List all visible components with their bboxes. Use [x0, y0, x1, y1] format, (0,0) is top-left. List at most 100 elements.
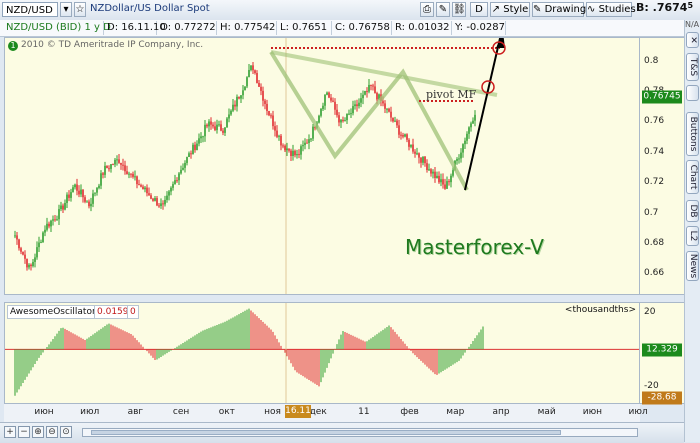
tab-buttons[interactable]: Buttons	[686, 112, 699, 156]
candle-body	[442, 179, 444, 185]
candle-body	[388, 108, 390, 112]
reset-zoom-icon[interactable]: ⊙	[60, 426, 72, 438]
candle-body	[268, 111, 270, 116]
candle-body	[144, 187, 146, 190]
candle-body	[220, 124, 222, 131]
tab-chart-label: Chart	[687, 164, 698, 190]
tab-blank[interactable]	[686, 85, 699, 101]
candle-body	[416, 153, 418, 155]
d-button[interactable]: D	[470, 2, 488, 17]
time-tick-label: дек	[309, 407, 327, 417]
drawings-button[interactable]: ✎ Drawings	[532, 2, 591, 17]
candle-body	[86, 201, 88, 203]
bar-low: L: 0.7651	[277, 21, 332, 35]
candle-body	[154, 198, 156, 201]
edit-icon[interactable]: ✎	[436, 2, 450, 17]
scrollbar-thumb[interactable]	[91, 430, 561, 435]
ohlc-info-bar: NZD/USD (BID) 1 y D D: 16.11.10 O: 0.772…	[0, 20, 700, 37]
tab-news[interactable]: News	[686, 251, 699, 281]
candle-body	[176, 180, 178, 182]
candle-body	[212, 124, 214, 127]
candle-body	[126, 171, 128, 175]
candle-body	[306, 142, 308, 144]
candle-body	[70, 192, 72, 198]
candle-body	[134, 176, 136, 178]
candle-body	[76, 184, 78, 191]
candle-body	[342, 119, 344, 122]
studies-button[interactable]: ∿ Studies	[586, 2, 636, 17]
candle-body	[84, 197, 86, 202]
style-button[interactable]: ↗ Style	[490, 2, 530, 17]
candle-body	[200, 136, 202, 139]
candle-body	[376, 93, 378, 100]
candle-body	[410, 144, 412, 147]
candle-body	[472, 120, 474, 124]
symbol-dropdown-button[interactable]: ▾	[60, 2, 72, 17]
time-tick-label: авг	[127, 407, 144, 417]
candle-body	[370, 84, 372, 86]
zoom-in-icon[interactable]: +	[4, 426, 16, 438]
candle-body	[78, 190, 80, 195]
tab-l2[interactable]: L2	[686, 226, 699, 246]
candle-body	[28, 264, 30, 268]
candle-body	[226, 118, 228, 128]
oscillator-panel[interactable]: AwesomeOscillator 0.0159 0 <thousandths>	[4, 302, 640, 404]
candle-body	[198, 138, 200, 144]
candle-body	[58, 209, 60, 220]
time-tick-label: сен	[172, 407, 190, 417]
link-icon[interactable]: ⛓	[452, 2, 466, 17]
zoom-out-icon[interactable]: −	[18, 426, 30, 438]
candle-body	[104, 165, 106, 175]
candle-body	[178, 173, 180, 181]
candle-body	[18, 239, 20, 249]
oscillator-name[interactable]: AwesomeOscillator	[7, 305, 99, 319]
candle-body	[396, 120, 398, 126]
right-side-panel: N/A ✕ T&S Buttons Chart DB L2 News	[684, 20, 700, 442]
candle-body	[156, 198, 158, 206]
candle-body	[266, 103, 268, 112]
candle-body	[128, 173, 130, 175]
favorites-icon[interactable]: ☆	[74, 2, 86, 17]
candle-body	[192, 144, 194, 155]
candle-body	[280, 135, 282, 146]
style-label: Style	[503, 4, 529, 15]
candle-body	[374, 86, 376, 94]
candle-body	[254, 70, 256, 74]
candle-body	[430, 169, 432, 174]
candle-body	[32, 261, 34, 267]
candle-body	[318, 115, 320, 123]
symbol-input[interactable]: NZD/USD	[2, 2, 58, 17]
candle-body	[332, 100, 334, 102]
zoom-minus-icon[interactable]: ⊖	[46, 426, 58, 438]
print-icon[interactable]: ⎙	[420, 2, 434, 17]
tab-ts[interactable]: T&S	[686, 53, 699, 81]
time-tick-label: мар	[446, 407, 465, 417]
candle-body	[136, 176, 138, 185]
candle-body	[16, 235, 18, 240]
bid-value: .7674	[652, 1, 688, 14]
horizontal-scrollbar[interactable]	[82, 428, 638, 437]
tab-ts-label: T&S	[687, 57, 698, 77]
zoom-plus-icon[interactable]: ⊕	[32, 426, 44, 438]
current-price-flag: 0.76745	[642, 90, 682, 104]
info-icon[interactable]: 1	[8, 41, 18, 51]
oscillator-axis: 200-20 12.329 -28.68	[640, 302, 684, 405]
panel-toggle-icon[interactable]: ✕	[686, 32, 699, 48]
bid-readout: B: .76745	[636, 1, 693, 14]
candle-body	[138, 184, 140, 186]
price-chart-panel[interactable]: 1 2010 © TD Ameritrade IP Company, Inc. …	[4, 37, 640, 295]
candle-body	[174, 180, 176, 185]
candle-body	[404, 134, 406, 137]
candle-body	[438, 175, 440, 183]
candle-body	[294, 150, 296, 156]
candle-body	[242, 90, 244, 96]
candle-body	[340, 119, 342, 123]
candle-body	[350, 113, 352, 115]
candle-body	[170, 187, 172, 192]
tab-db[interactable]: DB	[686, 200, 699, 222]
price-tick-label: 0.76	[644, 116, 665, 127]
candle-body	[114, 159, 116, 165]
candle-body	[36, 247, 38, 258]
tab-chart[interactable]: Chart	[686, 160, 699, 194]
candle-body	[290, 150, 292, 156]
